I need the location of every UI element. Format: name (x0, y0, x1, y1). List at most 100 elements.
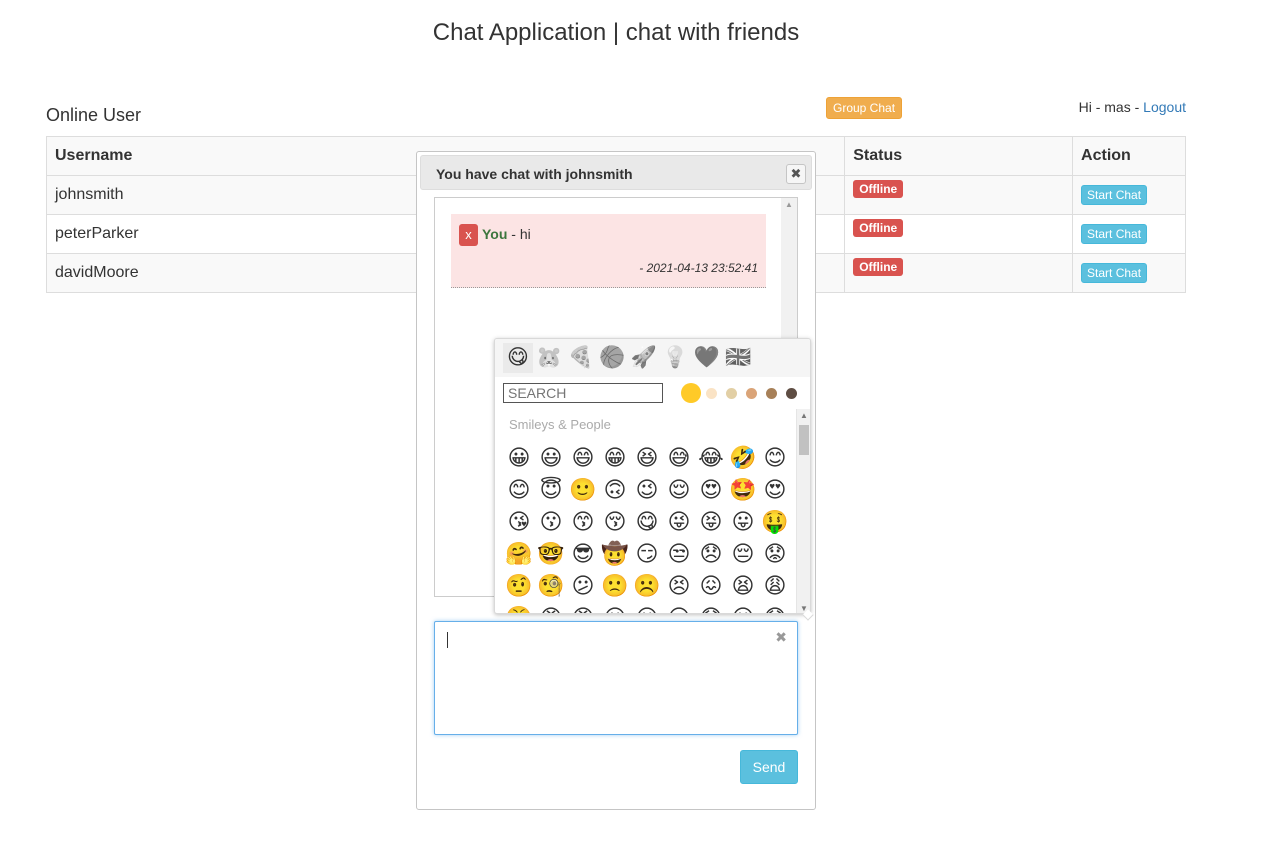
emoji-item[interactable]: 😦 (727, 602, 759, 613)
activity-tab-icon[interactable]: 🏀 (598, 343, 628, 373)
skin-tone-swatch[interactable] (725, 387, 737, 399)
emoji-item[interactable]: 😛 (727, 506, 759, 538)
emoji-item[interactable]: 😶 (599, 602, 631, 613)
group-chat-button[interactable]: Group Chat (826, 97, 903, 119)
objects-tab-icon[interactable]: 💡 (661, 343, 691, 373)
logout-link[interactable]: Logout (1143, 99, 1186, 115)
flags-tab-icon[interactable]: 🇬🇧 (724, 343, 754, 373)
skin-tone-swatch[interactable] (705, 387, 717, 399)
food-tab-icon[interactable]: 🍕 (566, 343, 596, 373)
emoji-item[interactable]: 😯 (695, 602, 727, 613)
message-body: - hi (511, 226, 531, 242)
header-status: Status (844, 136, 1074, 176)
emoji-item[interactable]: 😟 (759, 538, 791, 570)
emoji-picker: 😋🐹🍕🏀🚀💡🖤🇬🇧 Smileys & People 😀😃😄😁😆😅😂🤣😊😊😇🙂🙃… (494, 338, 811, 614)
emoji-item[interactable]: 😌 (663, 474, 695, 506)
emoji-item[interactable]: 😜 (663, 506, 695, 538)
action-cell: Start Chat (1072, 175, 1186, 215)
emoji-item[interactable]: 😚 (599, 506, 631, 538)
emoji-item[interactable]: 🤓 (535, 538, 567, 570)
emoji-item[interactable]: 😉 (631, 474, 663, 506)
emoji-item[interactable]: ☹️ (631, 570, 663, 602)
emoji-item[interactable]: 😃 (535, 442, 567, 474)
start-chat-button[interactable]: Start Chat (1081, 185, 1148, 205)
emoji-item[interactable]: 😘 (503, 506, 535, 538)
chat-message: x You - hi - 2021-04-13 23:52:41 (451, 214, 766, 288)
status-badge: Offline (853, 219, 904, 237)
symbols-tab-icon[interactable]: 🖤 (692, 343, 722, 373)
emoji-item[interactable]: 🤠 (599, 538, 631, 570)
emoji-item[interactable]: 🤑 (759, 506, 791, 538)
page-title: Chat Application | chat with friends (432, 19, 800, 46)
send-button[interactable]: Send (740, 750, 798, 784)
emoji-item[interactable]: 😆 (631, 442, 663, 474)
skin-tone-swatch[interactable] (765, 387, 777, 399)
animals-tab-icon[interactable]: 🐹 (535, 343, 565, 373)
user-greeting: Hi - mas - Logout (1079, 99, 1186, 115)
delete-message-button[interactable]: x (459, 224, 478, 246)
close-icon[interactable]: ✖ (786, 164, 806, 184)
skin-tone-swatch[interactable] (785, 387, 797, 399)
emoji-item[interactable]: 🙃 (599, 474, 631, 506)
emoji-item[interactable]: 😔 (727, 538, 759, 570)
emoji-item[interactable]: 😫 (727, 570, 759, 602)
emoji-item[interactable]: 😝 (695, 506, 727, 538)
emoji-item[interactable]: 😅 (663, 442, 695, 474)
emoji-category-tabs: 😋 🐹 🍕 🏀 🚀 💡 🖤 🇬🇧 (495, 339, 810, 377)
dialog-titlebar[interactable]: You have chat with johnsmith ✖ (420, 155, 812, 190)
action-cell: Start Chat (1072, 214, 1186, 254)
emoji-item[interactable]: 😗 (535, 506, 567, 538)
start-chat-button[interactable]: Start Chat (1081, 224, 1148, 244)
emoji-scrollbar[interactable]: ▲ ▼ (796, 409, 810, 613)
emoji-item[interactable]: 🤩 (727, 474, 759, 506)
dialog-title: You have chat with johnsmith (436, 166, 633, 182)
emoji-item[interactable]: 😋 (631, 506, 663, 538)
skin-tone-swatch[interactable] (681, 383, 701, 403)
emoji-item[interactable]: 😇 (535, 474, 567, 506)
emoji-item[interactable]: 😒 (663, 538, 695, 570)
emoji-item[interactable]: 😎 (567, 538, 599, 570)
scroll-thumb[interactable] (799, 425, 809, 455)
emoji-item[interactable]: 😧 (759, 602, 791, 613)
clear-icon[interactable]: ✖ (775, 629, 787, 646)
emoji-item[interactable]: 😕 (567, 570, 599, 602)
emoji-item[interactable]: 😄 (567, 442, 599, 474)
emoji-item[interactable]: 😡 (567, 602, 599, 613)
scroll-up-icon[interactable]: ▲ (800, 411, 808, 420)
emoji-item[interactable]: 😙 (567, 506, 599, 538)
emoji-item[interactable]: 😑 (663, 602, 695, 613)
emoji-item[interactable]: 😖 (695, 570, 727, 602)
skin-tone-swatch[interactable] (745, 387, 757, 399)
message-sender: You (482, 226, 508, 242)
scroll-up-icon[interactable]: ▲ (785, 200, 793, 209)
emoji-item[interactable]: 😞 (695, 538, 727, 570)
emoji-item[interactable]: 🤗 (503, 538, 535, 570)
emoji-item[interactable]: 😊 (503, 474, 535, 506)
emoji-item[interactable]: 🙁 (599, 570, 631, 602)
travel-tab-icon[interactable]: 🚀 (629, 343, 659, 373)
text-cursor (447, 632, 448, 648)
emoji-item[interactable]: 😍 (759, 474, 791, 506)
status-badge: Offline (853, 258, 904, 276)
emoji-item[interactable]: 😂 (695, 442, 727, 474)
emoji-item[interactable]: 🧐 (535, 570, 567, 602)
emoji-item[interactable]: 😍 (695, 474, 727, 506)
emoji-item[interactable]: 😩 (759, 570, 791, 602)
start-chat-button[interactable]: Start Chat (1081, 263, 1148, 283)
emoji-search-input[interactable] (503, 383, 663, 403)
emoji-item[interactable]: 🙂 (567, 474, 599, 506)
message-text: You - hi (482, 226, 531, 242)
emoji-item[interactable]: 😊 (759, 442, 791, 474)
emoji-item[interactable]: 😐 (631, 602, 663, 613)
emoji-item[interactable]: 😏 (631, 538, 663, 570)
emoji-item[interactable]: 🤣 (727, 442, 759, 474)
emoji-category-label: Smileys & People (509, 417, 611, 432)
emoji-item[interactable]: 😣 (663, 570, 695, 602)
emoji-item[interactable]: 😠 (535, 602, 567, 613)
smileys-tab-icon[interactable]: 😋 (503, 343, 533, 373)
emoji-item[interactable]: 🤨 (503, 570, 535, 602)
emoji-item[interactable]: 😤 (503, 602, 535, 613)
emoji-item[interactable]: 😁 (599, 442, 631, 474)
message-input[interactable]: ✖ (434, 621, 798, 735)
emoji-item[interactable]: 😀 (503, 442, 535, 474)
